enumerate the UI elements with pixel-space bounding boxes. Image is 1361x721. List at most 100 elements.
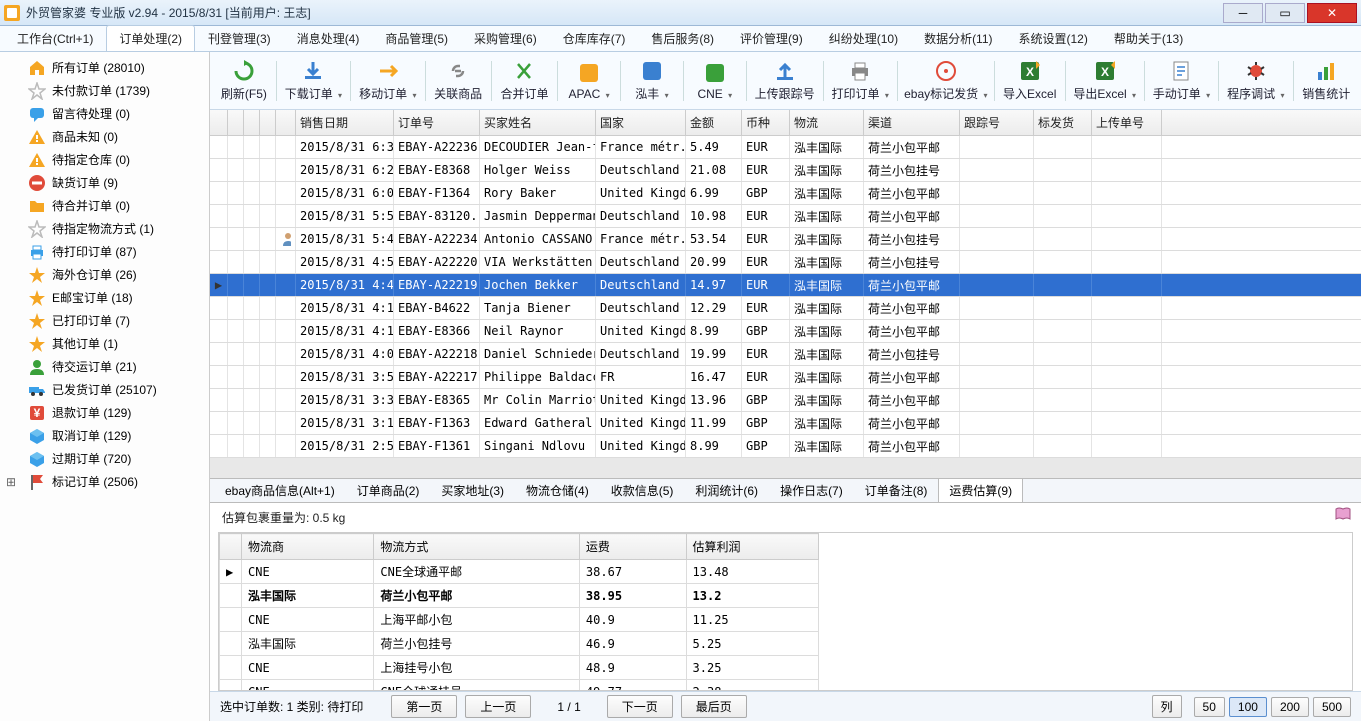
sidebar-item-6[interactable]: 待合并订单 (0) [0, 194, 209, 217]
sidebar-item-4[interactable]: 待指定仓库 (0) [0, 148, 209, 171]
sidebar-item-9[interactable]: 海外仓订单 (26) [0, 263, 209, 286]
page-size-500[interactable]: 500 [1313, 697, 1351, 717]
toolbar-refresh[interactable]: 刷新(F5) [218, 57, 270, 104]
col-header[interactable]: 买家姓名 [480, 110, 596, 135]
sidebar[interactable]: 所有订单 (28010)未付款订单 (1739)留言待处理 (0)商品未知 (0… [0, 52, 210, 721]
toolbar-debug[interactable]: 程序调试 ▾ [1225, 57, 1287, 104]
order-row[interactable]: 2015/8/31 6:37EBAY-A22236DECOUDIER Jean-… [210, 136, 1361, 159]
toolbar-cne[interactable]: CNE ▾ [690, 59, 740, 103]
detail-tab-2[interactable]: 买家地址(3) [430, 478, 515, 502]
freight-col[interactable]: 运费 [579, 534, 686, 560]
toolbar-stats[interactable]: 销售统计 [1299, 57, 1352, 104]
sidebar-item-2[interactable]: 留言待处理 (0) [0, 102, 209, 125]
order-row[interactable]: 2015/8/31 6:08EBAY-F1364Rory BakerUnited… [210, 182, 1361, 205]
order-row[interactable]: 2015/8/31 4:16EBAY-B4622Tanja BienerDeut… [210, 297, 1361, 320]
freight-table[interactable]: 物流商物流方式运费估算利润▶CNECNE全球通平邮38.6713.48泓丰国际荷… [218, 532, 1353, 691]
col-header[interactable]: 销售日期 [296, 110, 394, 135]
toolbar-hf[interactable]: 泓丰 ▾ [627, 57, 677, 104]
sidebar-item-11[interactable]: 已打印订单 (7) [0, 309, 209, 332]
order-row[interactable]: 2015/8/31 6:28EBAY-E8368Holger WeissDeut… [210, 159, 1361, 182]
next-page-button[interactable]: 下一页 [607, 695, 673, 718]
col-header[interactable]: 跟踪号 [960, 110, 1034, 135]
detail-tab-8[interactable]: 运费估算(9) [938, 478, 1023, 502]
toolbar-upload[interactable]: 上传跟踪号 [753, 57, 817, 104]
sidebar-item-18[interactable]: ⊞标记订单 (2506) [0, 470, 209, 493]
main-tab-8[interactable]: 评价管理(9) [727, 25, 816, 51]
toolbar-excelout[interactable]: X导出Excel ▾ [1072, 57, 1138, 104]
main-tab-11[interactable]: 系统设置(12) [1006, 25, 1101, 51]
col-header[interactable]: 渠道 [864, 110, 960, 135]
main-tab-2[interactable]: 刊登管理(3) [195, 25, 284, 51]
sidebar-item-16[interactable]: 取消订单 (129) [0, 424, 209, 447]
freight-col[interactable]: 物流商 [242, 534, 374, 560]
main-tab-4[interactable]: 商品管理(5) [372, 25, 461, 51]
freight-row[interactable]: 泓丰国际荷兰小包挂号46.95.25 [220, 632, 819, 656]
col-header[interactable]: 物流 [790, 110, 864, 135]
toolbar-ebay[interactable]: ebay标记发货 ▾ [904, 57, 988, 104]
toolbar-apac[interactable]: APAC ▾ [564, 59, 614, 103]
freight-col[interactable]: 估算利润 [686, 534, 818, 560]
sidebar-item-5[interactable]: 缺货订单 (9) [0, 171, 209, 194]
prev-page-button[interactable]: 上一页 [465, 695, 531, 718]
detail-tab-3[interactable]: 物流仓储(4) [515, 478, 600, 502]
col-header[interactable]: 上传单号 [1092, 110, 1162, 135]
detail-tab-0[interactable]: ebay商品信息(Alt+1) [214, 478, 346, 502]
toolbar-move[interactable]: 移动订单 ▾ [357, 57, 419, 104]
col-header[interactable]: 币种 [742, 110, 790, 135]
sidebar-item-8[interactable]: 待打印订单 (87) [0, 240, 209, 263]
maximize-button[interactable]: ▭ [1265, 3, 1305, 23]
sidebar-item-1[interactable]: 未付款订单 (1739) [0, 79, 209, 102]
expand-icon[interactable]: ⊞ [6, 475, 16, 489]
main-tab-12[interactable]: 帮助关于(13) [1101, 25, 1196, 51]
detail-tab-5[interactable]: 利润统计(6) [684, 478, 769, 502]
minimize-button[interactable]: ─ [1223, 3, 1263, 23]
order-row[interactable]: 2015/8/31 5:59EBAY-83120...Jasmin Depper… [210, 205, 1361, 228]
order-row[interactable]: 2015/8/31 4:11EBAY-E8366Neil RaynorUnite… [210, 320, 1361, 343]
order-row[interactable]: 2015/8/31 5:47EBAY-A22234Antonio CASSANO… [210, 228, 1361, 251]
toolbar-merge[interactable]: 合并订单 [498, 57, 551, 104]
col-header[interactable]: 金额 [686, 110, 742, 135]
order-row[interactable]: 2015/8/31 4:00EBAY-A22218Daniel Schniede… [210, 343, 1361, 366]
freight-row[interactable]: CNE上海挂号小包48.93.25 [220, 656, 819, 680]
column-button[interactable]: 列 [1152, 695, 1182, 718]
detail-tab-6[interactable]: 操作日志(7) [769, 478, 854, 502]
main-tab-7[interactable]: 售后服务(8) [638, 25, 727, 51]
sidebar-item-17[interactable]: 过期订单 (720) [0, 447, 209, 470]
detail-tab-4[interactable]: 收款信息(5) [600, 478, 685, 502]
freight-row[interactable]: CNECNE全球通挂号49.772.38 [220, 680, 819, 692]
sidebar-item-15[interactable]: ¥退款订单 (129) [0, 401, 209, 424]
freight-row[interactable]: 泓丰国际荷兰小包平邮38.9513.2 [220, 584, 819, 608]
sidebar-item-13[interactable]: 待交运订单 (21) [0, 355, 209, 378]
toolbar-print[interactable]: 打印订单 ▾ [829, 57, 891, 104]
page-size-50[interactable]: 50 [1194, 697, 1225, 717]
freight-row[interactable]: CNE上海平邮小包40.911.25 [220, 608, 819, 632]
freight-col[interactable]: 物流方式 [374, 534, 580, 560]
col-header[interactable]: 标发货 [1034, 110, 1092, 135]
detail-tab-7[interactable]: 订单备注(8) [854, 478, 939, 502]
order-row[interactable]: ▶2015/8/31 4:46EBAY-A22219Jochen BekkerD… [210, 274, 1361, 297]
main-tab-0[interactable]: 工作台(Ctrl+1) [4, 25, 106, 51]
page-size-100[interactable]: 100 [1229, 697, 1267, 717]
order-row[interactable]: 2015/8/31 2:55EBAY-F1361Singani NdlovuUn… [210, 435, 1361, 458]
toolbar-manual[interactable]: 手动订单 ▾ [1151, 57, 1213, 104]
page-size-200[interactable]: 200 [1271, 697, 1309, 717]
main-tab-5[interactable]: 采购管理(6) [461, 25, 550, 51]
freight-row[interactable]: ▶CNECNE全球通平邮38.6713.48 [220, 560, 819, 584]
orders-grid[interactable]: 销售日期订单号买家姓名国家金额币种物流渠道跟踪号标发货上传单号 2015/8/3… [210, 110, 1361, 479]
main-tab-1[interactable]: 订单处理(2) [106, 25, 195, 51]
sidebar-item-12[interactable]: 其他订单 (1) [0, 332, 209, 355]
main-tab-10[interactable]: 数据分析(11) [911, 25, 1005, 51]
toolbar-download[interactable]: 下载订单 ▾ [283, 57, 345, 104]
sidebar-item-14[interactable]: 已发货订单 (25107) [0, 378, 209, 401]
order-row[interactable]: 2015/8/31 3:18EBAY-F1363Edward GatheralU… [210, 412, 1361, 435]
book-icon[interactable] [1335, 507, 1351, 521]
toolbar-excelin[interactable]: X导入Excel [1001, 57, 1059, 104]
col-header[interactable]: 国家 [596, 110, 686, 135]
close-button[interactable]: ✕ [1307, 3, 1357, 23]
col-header[interactable]: 订单号 [394, 110, 480, 135]
sidebar-item-7[interactable]: 待指定物流方式 (1) [0, 217, 209, 240]
sidebar-item-0[interactable]: 所有订单 (28010) [0, 56, 209, 79]
last-page-button[interactable]: 最后页 [681, 695, 747, 718]
main-tab-6[interactable]: 仓库库存(7) [550, 25, 639, 51]
detail-tab-1[interactable]: 订单商品(2) [346, 478, 431, 502]
